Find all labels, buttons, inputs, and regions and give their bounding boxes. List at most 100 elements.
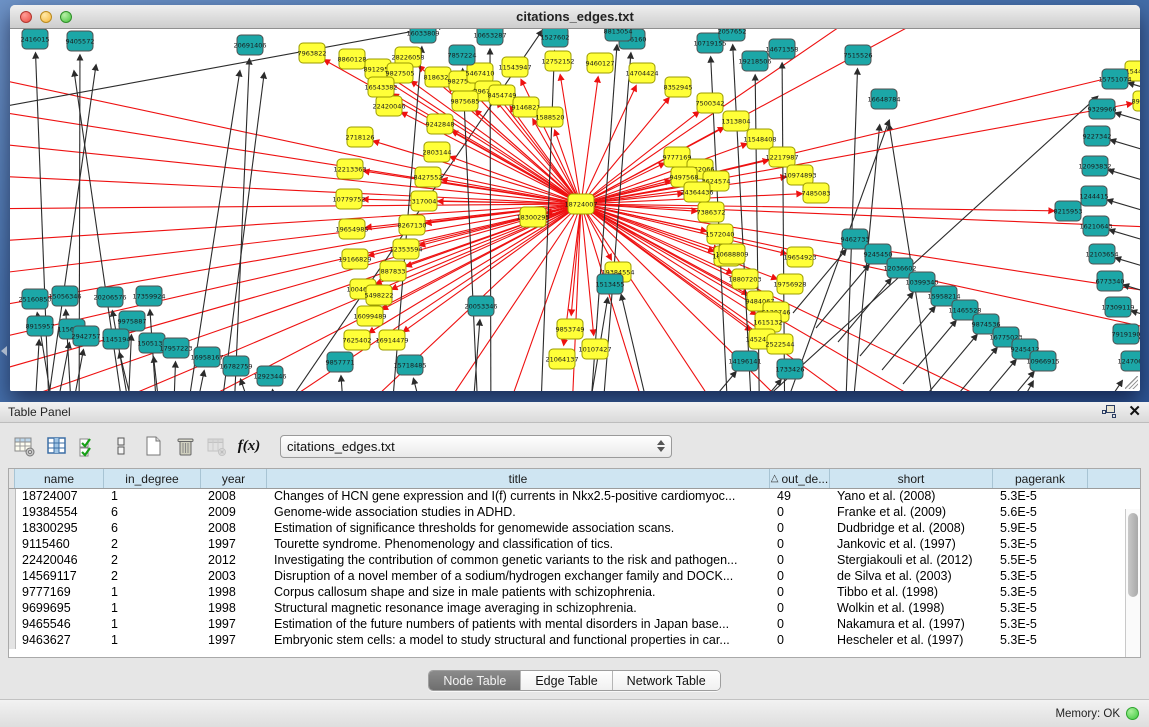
network-node[interactable]: 18807203: [728, 269, 761, 289]
network-node[interactable]: 16210643: [1079, 216, 1112, 236]
network-node[interactable]: 1313804: [722, 111, 751, 131]
network-node[interactable]: 7500342: [696, 93, 725, 113]
column-header-title[interactable]: title: [267, 469, 770, 488]
scrollbar-thumb[interactable]: [1128, 513, 1138, 597]
network-node[interactable]: 8352945: [664, 77, 693, 97]
column-header-pagerank[interactable]: pagerank: [993, 469, 1088, 488]
resize-grip-icon[interactable]: [1125, 376, 1138, 389]
network-node[interactable]: 16033809: [406, 29, 439, 43]
network-node[interactable]: 8813054: [604, 29, 633, 41]
network-node[interactable]: 7857224: [448, 45, 477, 65]
table-row[interactable]: 969969511998Structural magnetic resonanc…: [9, 601, 1140, 617]
network-node[interactable]: 9975887: [118, 311, 147, 331]
network-node[interactable]: 12217987: [765, 147, 798, 167]
column-header-out_de[interactable]: △out_de...: [770, 469, 830, 488]
network-node[interactable]: 16099489: [353, 306, 386, 326]
network-node[interactable]: 21064137: [545, 349, 578, 369]
table-mode-icon[interactable]: [10, 432, 40, 460]
network-node[interactable]: 9857771: [326, 352, 355, 372]
network-node[interactable]: 2803144: [423, 142, 452, 162]
network-node[interactable]: 17359924: [132, 286, 165, 306]
network-node[interactable]: 14704424: [625, 63, 658, 83]
select-columns-icon[interactable]: [74, 432, 104, 460]
network-node[interactable]: 12353594: [389, 239, 422, 259]
network-node[interactable]: 10779752: [332, 189, 365, 209]
network-node[interactable]: 10688809: [715, 244, 748, 264]
network-node[interactable]: 9329966: [1088, 99, 1117, 119]
network-node[interactable]: 10974893: [783, 165, 816, 185]
network-node[interactable]: 1145194: [102, 329, 131, 349]
network-node[interactable]: 12752152: [541, 51, 574, 71]
network-node[interactable]: 9460127: [586, 53, 615, 73]
network-node[interactable]: 7963822: [298, 43, 327, 63]
network-node[interactable]: 8267130: [398, 215, 427, 235]
network-node[interactable]: 5498222: [365, 285, 394, 305]
network-node[interactable]: 8427552: [414, 167, 443, 187]
tab-edge-table[interactable]: Edge Table: [521, 671, 612, 690]
network-node[interactable]: 1733426: [776, 359, 805, 379]
network-node[interactable]: 5467410: [466, 63, 495, 83]
network-canvas[interactable]: 2803144842755212213363107797523170048267…: [10, 29, 1140, 391]
network-node[interactable]: 1572040: [706, 224, 735, 244]
network-node[interactable]: 18300295: [516, 207, 549, 227]
network-node[interactable]: 1527602: [541, 29, 570, 47]
network-node[interactable]: 8957982: [1132, 91, 1140, 111]
network-node[interactable]: 10653287: [473, 29, 506, 45]
table-row[interactable]: 2242004622012Investigating the contribut…: [9, 553, 1140, 569]
network-node[interactable]: 9875685: [451, 91, 480, 111]
network-node[interactable]: 11543947: [498, 57, 531, 77]
network-node[interactable]: 2942757: [72, 326, 101, 346]
network-node[interactable]: 8454749: [488, 85, 517, 105]
network-node[interactable]: 12470654: [1117, 351, 1140, 371]
network-node[interactable]: 22420046: [372, 96, 405, 116]
table-row[interactable]: 1938455462009Genome-wide association stu…: [9, 505, 1140, 521]
network-node[interactable]: 17309119: [1101, 297, 1134, 317]
network-node[interactable]: 19166829: [338, 249, 371, 269]
network-node[interactable]: 9853749: [556, 319, 585, 339]
network-node[interactable]: 15751074: [1098, 69, 1131, 89]
table-row[interactable]: 1872400712008Changes of HCN gene express…: [9, 489, 1140, 505]
network-node[interactable]: 17957223: [159, 338, 192, 358]
table-row[interactable]: 946362711997Embryonic stem cells: a mode…: [9, 633, 1140, 649]
network-node[interactable]: 14196141: [728, 351, 761, 371]
network-node[interactable]: 15056346: [48, 286, 81, 306]
delete-table-icon[interactable]: [202, 432, 232, 460]
network-node[interactable]: 887833: [380, 261, 406, 281]
close-panel-icon[interactable]: ✕: [1128, 405, 1141, 419]
window-titlebar[interactable]: citations_edges.txt: [10, 5, 1140, 29]
network-node[interactable]: 8860128: [338, 49, 367, 69]
network-node[interactable]: 20691406: [233, 35, 266, 55]
network-node[interactable]: 12093832: [1078, 156, 1111, 176]
delete-column-icon[interactable]: [170, 432, 200, 460]
network-node[interactable]: 2416015: [21, 29, 50, 49]
network-node[interactable]: 317004: [411, 191, 437, 211]
show-columns-icon[interactable]: [42, 432, 72, 460]
network-node[interactable]: 2057652: [718, 29, 747, 41]
panel-collapse-arrow-icon[interactable]: [1, 346, 7, 356]
network-node[interactable]: 20053346: [464, 296, 497, 316]
table-row[interactable]: 911546021997Tourette syndrome. Phenomeno…: [9, 537, 1140, 553]
network-node[interactable]: 1588520: [536, 107, 565, 127]
network-node[interactable]: 2718126: [346, 127, 375, 147]
network-node[interactable]: 8215953: [1054, 201, 1083, 221]
network-node[interactable]: 16648784: [867, 89, 900, 109]
network-node[interactable]: 7919190: [1112, 324, 1140, 344]
network-node[interactable]: 15718485: [393, 355, 426, 375]
network-node[interactable]: 19654923: [783, 247, 816, 267]
network-node[interactable]: 2522544: [766, 334, 795, 354]
network-node[interactable]: 6773340: [1096, 271, 1125, 291]
network-node[interactable]: 7515526: [844, 45, 873, 65]
column-header-year[interactable]: year: [201, 469, 267, 488]
create-column-icon[interactable]: [138, 432, 168, 460]
network-node[interactable]: 9242848: [426, 114, 455, 134]
network-node[interactable]: 25160850: [18, 289, 51, 309]
network-node[interactable]: 10107427: [578, 339, 611, 359]
float-panel-icon[interactable]: [1102, 405, 1118, 419]
network-node[interactable]: 18724007: [564, 194, 597, 214]
column-header-name[interactable]: name: [15, 469, 104, 488]
network-node[interactable]: 1513455: [596, 274, 625, 294]
network-node[interactable]: 7386372: [697, 202, 726, 222]
network-node[interactable]: 12103654: [1085, 244, 1118, 264]
network-node[interactable]: 10966915: [1026, 351, 1059, 371]
network-node[interactable]: 19218506: [738, 51, 771, 71]
